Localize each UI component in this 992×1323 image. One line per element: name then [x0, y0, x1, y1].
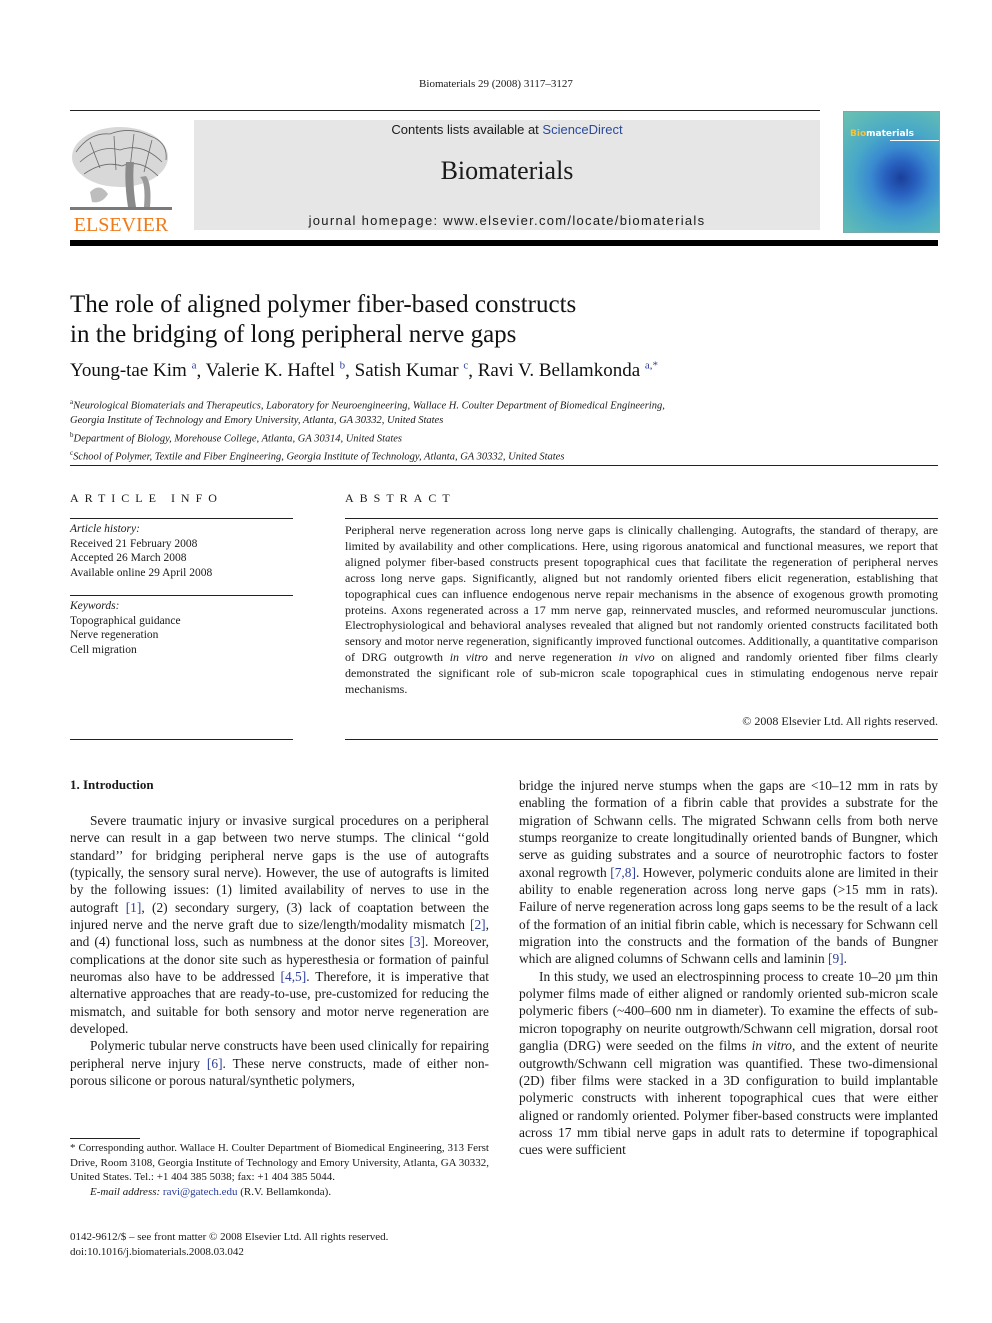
- article-info-heading: ARTICLE INFO: [70, 491, 223, 505]
- online-date: Available online 29 April 2008: [70, 566, 213, 579]
- title-line-2: in the bridging of long peripheral nerve…: [70, 321, 517, 348]
- keyword: Topographical guidance: [70, 614, 181, 627]
- email-line: E-mail address: ravi@gatech.edu (R.V. Be…: [70, 1185, 489, 1200]
- paragraph: In this study, we used an electrospinnin…: [519, 968, 938, 1159]
- cover-title: Biomaterials: [850, 129, 914, 139]
- paragraph: Polymeric tubular nerve constructs have …: [70, 1037, 489, 1089]
- header-rule: [70, 110, 820, 111]
- italic-term: in vitro: [751, 1038, 792, 1054]
- reference-link[interactable]: [9]: [828, 951, 844, 966]
- sciencedirect-link[interactable]: ScienceDirect: [542, 122, 622, 137]
- abstract-text: Peripheral nerve regeneration across lon…: [345, 523, 938, 698]
- author-name: Valerie K. Haftel: [205, 360, 335, 382]
- author[interactable]: Young-tae Kim a: [70, 360, 196, 381]
- contents-line: Contents lists available at ScienceDirec…: [194, 122, 820, 137]
- abstract-segment: Peripheral nerve regeneration across lon…: [345, 523, 938, 665]
- paragraph: Severe traumatic injury or invasive surg…: [70, 812, 489, 1037]
- history-label: Article history:: [70, 523, 140, 535]
- text-segment: .: [843, 951, 848, 967]
- abstract-italic: in vivo: [618, 650, 655, 665]
- affiliation: bDepartment of Biology, Morehouse Colleg…: [70, 428, 870, 447]
- keyword: Nerve regeneration: [70, 629, 159, 641]
- contents-prefix: Contents lists available at: [391, 122, 543, 137]
- reference-link[interactable]: [1]: [126, 900, 142, 915]
- email-label: E-mail address:: [90, 1185, 161, 1198]
- affiliation-text: Georgia Institute of Technology and Emor…: [70, 414, 444, 426]
- abstract-segment: and nerve regeneration: [487, 650, 619, 665]
- affiliation-text: School of Polymer, Textile and Fiber Eng…: [73, 451, 565, 463]
- tree-icon: ELSEVIER: [70, 127, 172, 236]
- author-name: Young-tae Kim: [70, 360, 187, 382]
- journal-cover-image[interactable]: Biomaterials: [843, 111, 940, 233]
- cover-title-rest: materials: [866, 129, 915, 139]
- received-date: Received 21 February 2008: [70, 537, 198, 550]
- abstract-copyright: © 2008 Elsevier Ltd. All rights reserved…: [742, 714, 938, 728]
- affiliation-text: Neurological Biomaterials and Therapeuti…: [73, 400, 665, 412]
- cover-rule: [890, 140, 939, 141]
- paragraph: bridge the injured nerve stumps when the…: [519, 777, 938, 968]
- journal-homepage[interactable]: journal homepage: www.elsevier.com/locat…: [194, 213, 820, 228]
- author-separator: ,: [345, 360, 355, 382]
- author[interactable]: Satish Kumar c: [355, 360, 469, 381]
- keywords-label: Keywords:: [70, 600, 120, 612]
- corresponding-author-footnote: * Corresponding author. Wallace H. Coult…: [70, 1141, 489, 1199]
- affiliation: Georgia Institute of Technology and Emor…: [70, 414, 870, 428]
- author-separator: ,: [196, 360, 206, 382]
- corresponding-text: * Corresponding author. Wallace H. Coult…: [70, 1142, 489, 1183]
- front-matter: 0142-9612/$ – see front matter © 2008 El…: [70, 1230, 388, 1259]
- affiliation: aNeurological Biomaterials and Therapeut…: [70, 395, 870, 414]
- section-rule: [70, 465, 938, 466]
- introduction-heading: 1. Introduction: [70, 777, 154, 792]
- abstract-rule: [345, 518, 938, 519]
- abstract-heading: ABSTRACT: [345, 491, 456, 505]
- author[interactable]: Ravi V. Bellamkonda a,*: [478, 360, 658, 381]
- accepted-date: Accepted 26 March 2008: [70, 552, 187, 564]
- header-thick-rule: [70, 240, 938, 246]
- article-info-rule: [70, 739, 293, 740]
- keyword: Cell migration: [70, 643, 137, 656]
- journal-name: Biomaterials: [440, 156, 574, 185]
- body-column-left: Severe traumatic injury or invasive surg…: [70, 812, 489, 1090]
- reference-link[interactable]: [6]: [207, 1056, 223, 1071]
- email-link[interactable]: ravi@gatech.edu: [163, 1186, 238, 1198]
- body-column-right: bridge the injured nerve stumps when the…: [519, 777, 938, 1159]
- reference-link[interactable]: [7,8]: [610, 865, 636, 880]
- reference-link[interactable]: [3]: [409, 934, 425, 949]
- reference-link[interactable]: [4,5]: [281, 969, 307, 984]
- article-info-rule: [70, 518, 293, 519]
- author-separator: ,: [468, 360, 478, 382]
- footnote-rule: [70, 1138, 140, 1139]
- author[interactable]: Valerie K. Haftel b: [206, 360, 346, 381]
- author-name: Ravi V. Bellamkonda: [477, 360, 641, 382]
- affiliation: cSchool of Polymer, Textile and Fiber En…: [70, 446, 870, 465]
- title-line-1: The role of aligned polymer fiber-based …: [70, 291, 577, 318]
- journal-citation: Biomaterials 29 (2008) 3117–3127: [419, 78, 573, 90]
- keywords: Keywords: Topographical guidance Nerve r…: [70, 599, 181, 657]
- author-list: Young-tae Kim a, Valerie K. Haftel b, Sa…: [70, 360, 658, 382]
- issn-line: 0142-9612/$ – see front matter © 2008 El…: [70, 1231, 389, 1243]
- elsevier-logo[interactable]: ELSEVIER: [70, 122, 172, 236]
- affiliation-text: Department of Biology, Morehouse College…: [73, 433, 402, 444]
- article-info-rule: [70, 595, 293, 596]
- reference-link[interactable]: [2]: [470, 917, 486, 932]
- abstract-italic: in vitro: [449, 650, 488, 665]
- journal-banner: Contents lists available at ScienceDirec…: [194, 120, 820, 230]
- doi[interactable]: doi:10.1016/j.biomaterials.2008.03.042: [70, 1245, 388, 1260]
- article-history: Article history: Received 21 February 20…: [70, 522, 212, 580]
- article-title: The role of aligned polymer fiber-based …: [70, 290, 790, 350]
- cover-title-highlight: Bio: [850, 129, 867, 139]
- affiliation-mark[interactable]: a,*: [645, 360, 658, 372]
- affiliations: aNeurological Biomaterials and Therapeut…: [70, 395, 870, 465]
- author-name: Satish Kumar: [354, 360, 459, 382]
- abstract-rule: [345, 739, 938, 740]
- text-segment: , and the extent of neurite outgrowth/Sc…: [519, 1038, 938, 1158]
- elsevier-wordmark: ELSEVIER: [74, 214, 169, 234]
- email-owner: (R.V. Bellamkonda).: [237, 1185, 332, 1198]
